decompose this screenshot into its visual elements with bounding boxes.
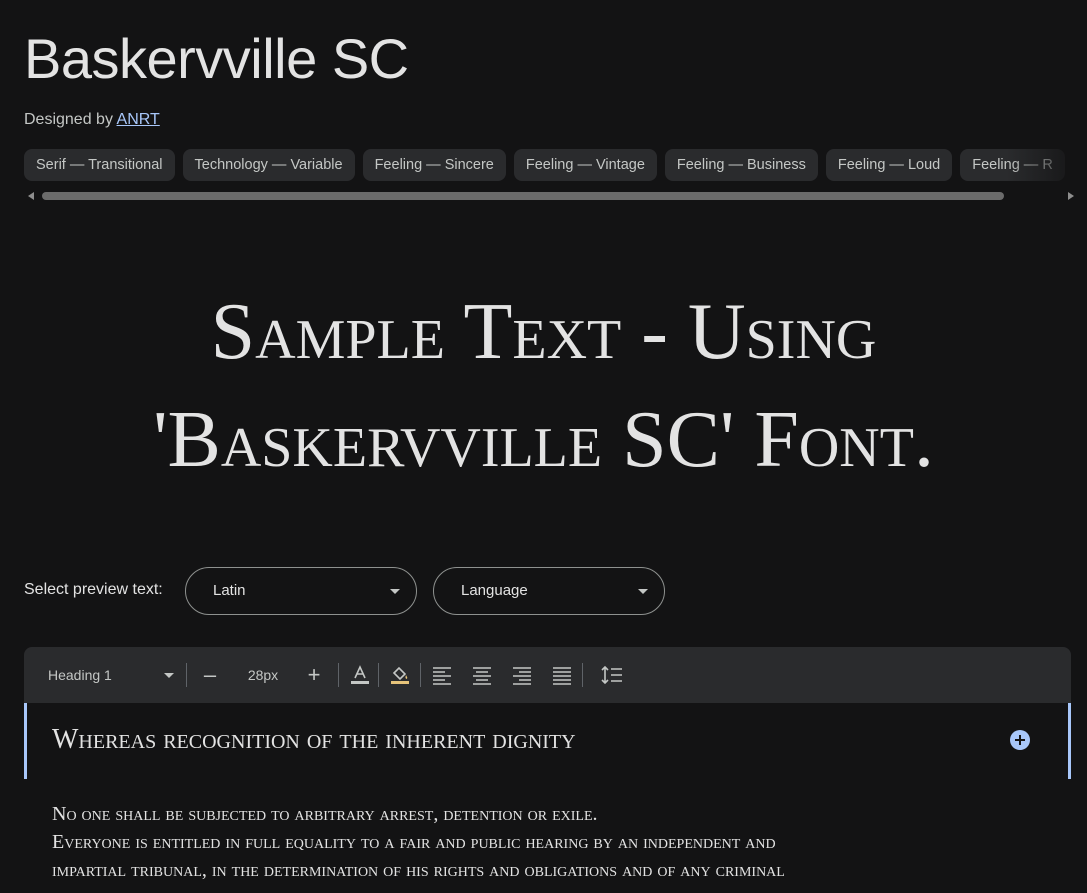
increase-size-button[interactable]: + (302, 647, 326, 703)
align-justify-icon[interactable] (548, 647, 576, 703)
preview-body-line: No one shall be subjected to arbitrary a… (52, 803, 598, 825)
tag-chip[interactable]: Technology — Variable (182, 149, 355, 181)
language-select[interactable]: Language (433, 567, 665, 615)
align-left-icon[interactable] (428, 647, 456, 703)
scroll-right-arrow-icon[interactable] (1068, 192, 1074, 200)
script-select-value: Latin (213, 582, 246, 599)
fill-color-icon[interactable] (386, 647, 414, 703)
decrease-size-button[interactable]: – (198, 647, 222, 703)
tag-chip[interactable]: Feeling — Sincere (362, 149, 506, 181)
toolbar-divider (420, 663, 421, 687)
tag-chip[interactable]: Feeling — Business (664, 149, 818, 181)
scroll-thumb[interactable] (42, 192, 1004, 200)
preview-body-line: impartial tribunal, in the determination… (52, 859, 785, 881)
designer-link[interactable]: ANRT (117, 111, 160, 128)
font-size-value[interactable]: 28px (238, 647, 288, 703)
text-style-value: Heading 1 (48, 667, 112, 683)
sample-text: Sample Text - Using 'Baskervville SC' Fo… (0, 278, 1087, 494)
script-select[interactable]: Latin (185, 567, 417, 615)
toolbar-divider (338, 663, 339, 687)
designer-line: Designed by ANRT (24, 111, 160, 129)
toolbar-divider (378, 663, 379, 687)
language-select-value: Language (461, 582, 528, 599)
add-block-icon[interactable] (1010, 730, 1030, 750)
tag-chip[interactable]: Feeling — Loud (825, 149, 953, 181)
tag-chip[interactable]: Feeling — R (960, 149, 1065, 181)
line-height-icon[interactable] (598, 647, 626, 703)
toolbar-divider (582, 663, 583, 687)
scroll-left-arrow-icon[interactable] (28, 192, 34, 200)
tag-chip[interactable]: Feeling — Vintage (513, 149, 657, 181)
preview-heading-text[interactable]: Whereas recognition of the inherent dign… (52, 724, 576, 756)
preview-body-text[interactable]: No one shall be subjected to arbitrary a… (52, 800, 1052, 884)
chevron-down-icon (164, 673, 174, 678)
preview-toolbar: Heading 1 – 28px + (24, 647, 1071, 703)
preview-body-line: Everyone is entitled in full equality to… (52, 831, 776, 853)
tags-scrollbar[interactable] (24, 190, 1074, 202)
align-center-icon[interactable] (468, 647, 496, 703)
chevron-down-icon (390, 589, 400, 594)
text-style-select[interactable]: Heading 1 (48, 647, 178, 703)
sample-text-line: Sample Text - Using (210, 288, 877, 376)
chevron-down-icon (638, 589, 648, 594)
preview-heading-block[interactable]: Whereas recognition of the inherent dign… (24, 703, 1071, 779)
sample-text-line: 'Baskervville SC' Font. (153, 396, 934, 484)
text-color-icon[interactable] (346, 647, 374, 703)
designed-by-label: Designed by (24, 111, 113, 128)
font-title: Baskervville SC (24, 27, 409, 90)
align-right-icon[interactable] (508, 647, 536, 703)
tag-list: Serif — Transitional Technology — Variab… (24, 149, 1087, 183)
select-preview-label: Select preview text: (24, 581, 163, 598)
font-specimen-page: Baskervville SC Designed by ANRT Serif —… (0, 0, 1087, 893)
toolbar-divider (186, 663, 187, 687)
tag-chip[interactable]: Serif — Transitional (24, 149, 175, 181)
